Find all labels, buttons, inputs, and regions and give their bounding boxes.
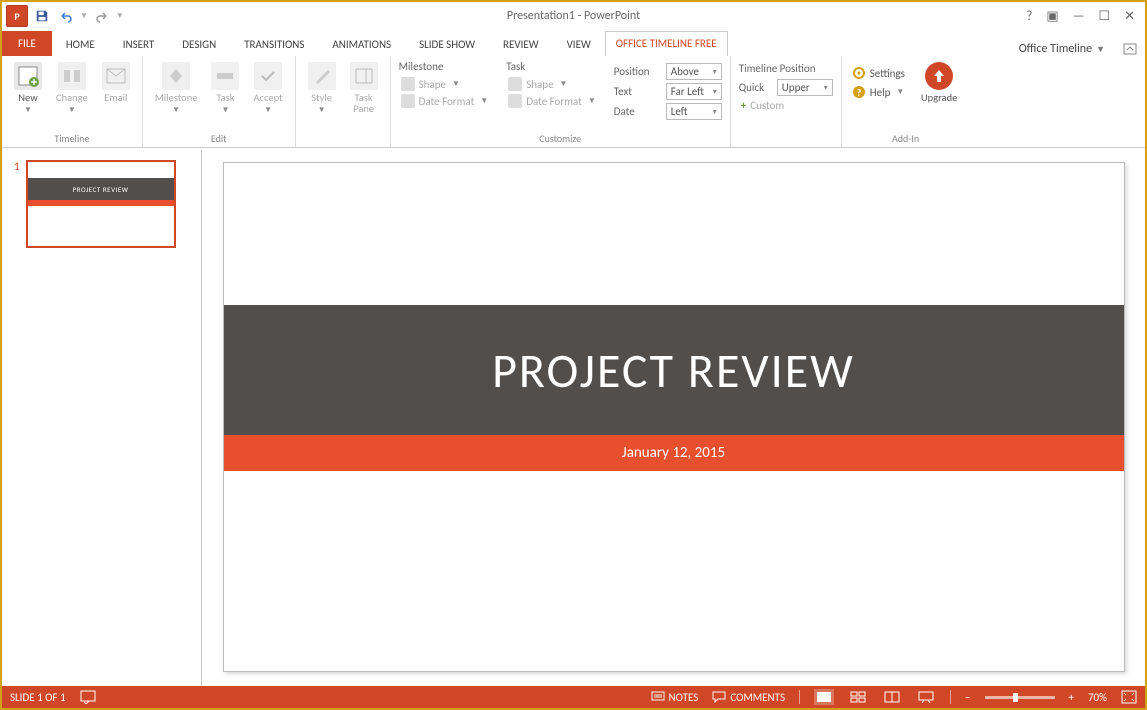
group-timeline-label: Timeline xyxy=(10,130,134,145)
group-edit: Milestone ▼ Task ▼ Accept ▼ Edit xyxy=(143,56,296,147)
undo-icon[interactable] xyxy=(56,6,76,26)
slide-thumbnail-1[interactable]: PROJECT REVIEW xyxy=(26,160,176,248)
comments-button[interactable]: COMMENTS xyxy=(712,691,785,704)
group-style: Style ▼ Task Pane xyxy=(296,56,391,147)
svg-text:?: ? xyxy=(856,86,861,99)
group-timeline: New ▼ Change ▼ Email Timeline xyxy=(2,56,143,147)
restore-icon[interactable]: ☐ xyxy=(1098,9,1110,24)
zoom-level[interactable]: 70% xyxy=(1088,691,1107,704)
milestone-header: Milestone xyxy=(399,60,491,75)
slide-count[interactable]: SLIDE 1 OF 1 xyxy=(10,691,66,704)
slide-thumbnail-panel: 1 PROJECT REVIEW xyxy=(2,150,202,686)
task-shape[interactable]: Shape▼ xyxy=(506,76,598,92)
task-date-format[interactable]: Date Format▼ xyxy=(506,93,598,109)
settings-button[interactable]: Settings xyxy=(850,64,907,82)
tab-office-timeline[interactable]: OFFICE TIMELINE FREE xyxy=(605,31,728,56)
group-addin: Settings ? Help▼ Upgrade Add-In xyxy=(842,56,970,147)
slide-title[interactable]: PROJECT REVIEW xyxy=(224,305,1124,435)
group-customize: Milestone Shape▼ Date Format▼ Task Shape… xyxy=(391,56,731,147)
qat-customize[interactable]: ▼ xyxy=(116,11,124,21)
chevron-down-icon[interactable]: ▼ xyxy=(1096,44,1105,55)
group-customize-label: Customize xyxy=(399,130,722,145)
tab-insert[interactable]: INSERT xyxy=(109,33,169,56)
notes-button[interactable]: NOTES xyxy=(651,691,699,704)
group-timeline-position: Timeline Position Quick Upper▾ + Custom xyxy=(731,56,842,147)
ribbon-tabs: FILE HOME INSERT DESIGN TRANSITIONS ANIM… xyxy=(2,30,1145,56)
accept-button[interactable]: Accept ▼ xyxy=(249,60,286,117)
save-icon[interactable] xyxy=(32,6,52,26)
tab-review[interactable]: REVIEW xyxy=(489,33,553,56)
slide[interactable]: PROJECT REVIEW January 12, 2015 xyxy=(223,162,1125,672)
reading-view-icon[interactable] xyxy=(882,689,902,705)
tab-transitions[interactable]: TRANSITIONS xyxy=(230,33,318,56)
workspace: 1 PROJECT REVIEW PROJECT REVIEW January … xyxy=(2,150,1145,686)
slide-date[interactable]: January 12, 2015 xyxy=(224,435,1124,471)
help-icon: ? xyxy=(852,85,866,99)
tab-animations[interactable]: ANIMATIONS xyxy=(318,33,405,56)
tab-design[interactable]: DESIGN xyxy=(168,33,230,56)
tab-file[interactable]: FILE xyxy=(2,31,52,56)
fit-to-window-icon[interactable] xyxy=(1121,690,1137,704)
upgrade-button[interactable]: Upgrade xyxy=(917,60,961,105)
slide-canvas-area[interactable]: PROJECT REVIEW January 12, 2015 xyxy=(202,150,1145,686)
help-button[interactable]: ? Help▼ xyxy=(850,83,907,101)
new-button[interactable]: New ▼ xyxy=(10,60,46,117)
redo-icon[interactable] xyxy=(92,6,112,26)
undo-dropdown[interactable]: ▼ xyxy=(80,11,88,21)
date-row[interactable]: Date Left▾ xyxy=(614,103,722,120)
minimize-icon[interactable]: — xyxy=(1073,9,1085,24)
slideshow-view-icon[interactable] xyxy=(916,689,936,705)
task-button[interactable]: Task ▼ xyxy=(207,60,243,117)
milestone-shape[interactable]: Shape▼ xyxy=(399,76,491,92)
ribbon-display-icon[interactable]: ▣ xyxy=(1046,9,1058,24)
gear-icon xyxy=(852,66,866,80)
timeline-position-header: Timeline Position xyxy=(739,62,833,77)
task-pane-button[interactable]: Task Pane xyxy=(346,60,382,116)
plus-icon: + xyxy=(741,99,746,112)
email-button[interactable]: Email xyxy=(98,60,134,105)
thumbnail-number: 1 xyxy=(14,160,20,248)
close-icon[interactable]: ✕ xyxy=(1124,9,1135,24)
custom-position[interactable]: + Custom xyxy=(739,98,833,113)
collapse-ribbon-icon[interactable] xyxy=(1123,43,1137,55)
text-row[interactable]: Text Far Left▾ xyxy=(614,83,722,100)
powerpoint-icon: P xyxy=(6,5,28,27)
thumbnail-title: PROJECT REVIEW xyxy=(28,178,174,200)
tab-home[interactable]: HOME xyxy=(52,33,109,56)
quick-row[interactable]: Quick Upper▾ xyxy=(739,79,833,96)
zoom-in-icon[interactable]: + xyxy=(1069,691,1074,704)
status-bar: SLIDE 1 OF 1 NOTES COMMENTS − + 70% xyxy=(2,686,1145,708)
help-icon[interactable]: ? xyxy=(1026,9,1032,24)
zoom-slider[interactable] xyxy=(985,696,1055,699)
group-edit-label: Edit xyxy=(151,130,287,145)
tab-slideshow[interactable]: SLIDE SHOW xyxy=(405,33,489,56)
style-button[interactable]: Style ▼ xyxy=(304,60,340,117)
ribbon: New ▼ Change ▼ Email Timeline Milestone … xyxy=(2,56,1145,148)
window-controls: ? ▣ — ☐ ✕ xyxy=(1026,9,1145,24)
upgrade-icon xyxy=(925,62,953,90)
milestone-button[interactable]: Milestone ▼ xyxy=(151,60,202,117)
thumbnail-date-band xyxy=(28,200,174,206)
office-timeline-menu[interactable]: Office Timeline xyxy=(1019,42,1092,56)
task-header: Task xyxy=(506,60,598,75)
group-addin-label: Add-In xyxy=(850,130,962,145)
title-bar: P ▼ ▼ Presentation1 - PowerPoint ? ▣ — ☐… xyxy=(2,2,1145,30)
position-row[interactable]: Position Above▾ xyxy=(614,63,722,80)
change-button[interactable]: Change ▼ xyxy=(52,60,92,117)
milestone-date-format[interactable]: Date Format▼ xyxy=(399,93,491,109)
normal-view-icon[interactable] xyxy=(814,689,834,705)
spellcheck-icon[interactable] xyxy=(80,690,96,704)
zoom-out-icon[interactable]: − xyxy=(965,691,970,704)
sorter-view-icon[interactable] xyxy=(848,689,868,705)
tab-view[interactable]: VIEW xyxy=(553,33,605,56)
quick-access-toolbar: P ▼ ▼ xyxy=(2,5,124,27)
window-title: Presentation1 - PowerPoint xyxy=(507,9,640,23)
